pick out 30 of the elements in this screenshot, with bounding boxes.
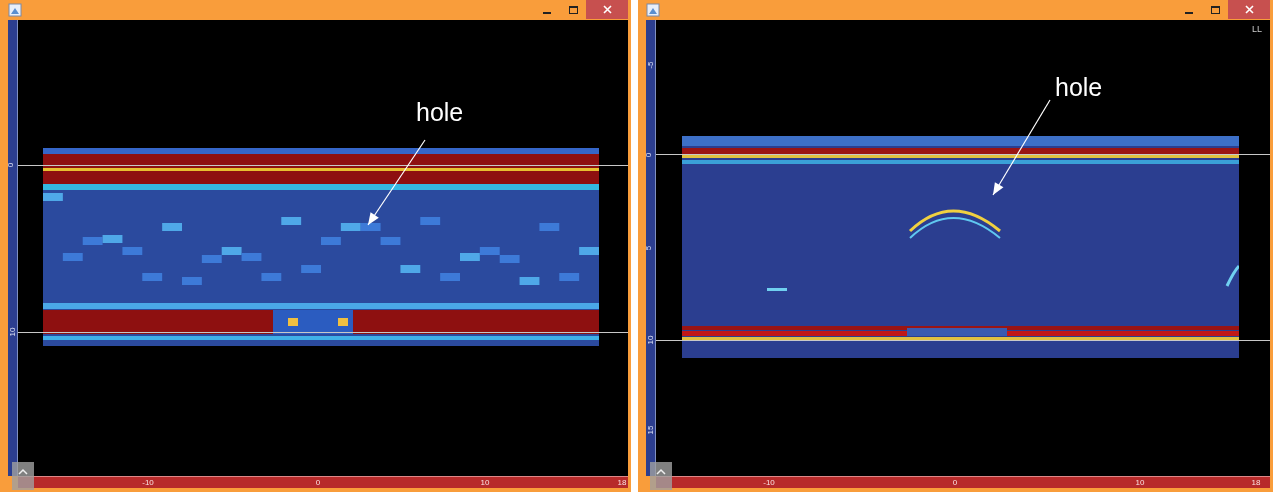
close-icon [602,5,612,14]
ruler-label: 10 [9,327,18,337]
maximize-icon [1210,5,1220,14]
ruler-label: 18 [1251,478,1261,487]
ruler-label: 5 [645,245,654,251]
annotation-label: hole [1055,73,1103,101]
ruler-label: 10 [1135,478,1145,487]
app-icon [646,3,660,17]
chevron-up-icon [18,468,28,475]
ruler-label: -10 [763,478,775,487]
ruler-label: 18 [617,478,627,487]
ruler-label: -5 [646,61,655,69]
maximize-icon [568,5,578,14]
minimize-icon [1185,11,1193,14]
ruler-label: 0 [315,478,321,487]
ruler-label: 10 [480,478,490,487]
ruler-label: -10 [142,478,154,487]
app-icon [8,3,22,17]
ruler-label: 0 [645,152,654,158]
ruler-label: 0 [7,162,16,168]
close-button[interactable] [1228,0,1270,19]
close-icon [1244,5,1254,14]
minimize-icon [543,11,551,14]
corner-label: LL [1252,24,1262,34]
ruler-label: 0 [952,478,958,487]
ruler-label: 10 [647,335,656,345]
close-button[interactable] [586,0,628,19]
chevron-up-icon [656,468,666,475]
ruler-label: 15 [647,425,656,435]
annotation-label: hole [416,98,464,126]
